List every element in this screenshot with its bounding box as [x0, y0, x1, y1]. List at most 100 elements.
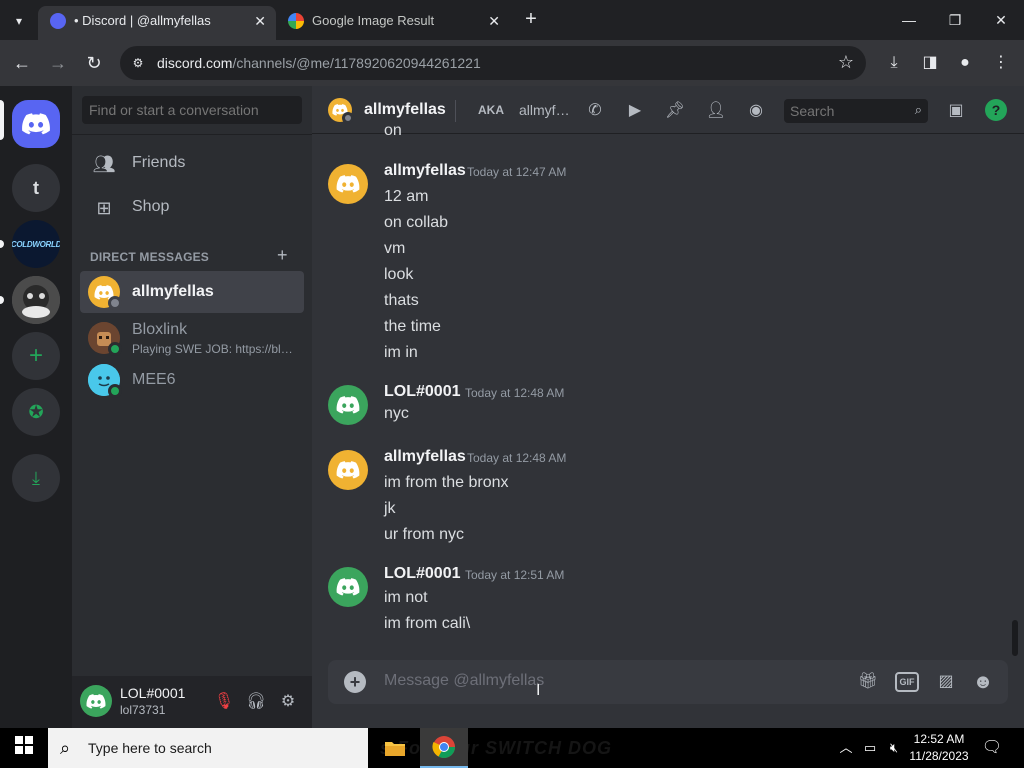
chat-scrollbar[interactable] [1012, 620, 1018, 656]
taskbar-search-input[interactable] [88, 740, 358, 756]
message-author[interactable]: allmyfellas [384, 448, 466, 466]
message-author[interactable]: allmyfellas [384, 162, 466, 180]
tab-discord[interactable]: • Discord | @allmyfellas ✕ [38, 6, 276, 40]
profile-icon[interactable]: ● [953, 51, 977, 75]
message-line: 12 am [384, 188, 429, 205]
dm-item-allmyfellas[interactable]: allmyfellas [80, 271, 304, 313]
url-text[interactable]: discord.com/channels/@me/117892062094426… [157, 55, 481, 71]
attach-plus-icon[interactable]: + [344, 671, 366, 693]
unread-pill [0, 240, 4, 248]
user-panel: LOL#0001 lol73731 🎙︎ 🎧︎ ⚙ [72, 676, 312, 728]
message-author[interactable]: LOL#0001 [384, 383, 460, 401]
gif-button[interactable]: GIF [895, 672, 919, 692]
aka-alias[interactable]: allmyfellas [519, 102, 575, 118]
find-conversation-input[interactable] [82, 96, 302, 124]
side-panel-icon[interactable]: ◨ [918, 51, 942, 75]
close-window-icon[interactable]: ✕ [986, 8, 1016, 32]
aka-label: AKA [478, 103, 504, 117]
message-avatar[interactable] [328, 164, 368, 204]
message-group: LOL#0001 Today at 12:51 AM im not im fro… [328, 565, 1008, 637]
pinned-messages-icon[interactable]: 📌︎ [663, 99, 687, 123]
message-line: im not [384, 589, 428, 606]
message-group: allmyfellas Today at 12:48 AM im from th… [328, 448, 1008, 544]
user-profile-icon[interactable]: ◉ [744, 99, 768, 123]
message-avatar[interactable] [328, 450, 368, 490]
message-timestamp: Today at 12:51 AM [465, 568, 565, 582]
username: LOL#0001 [120, 685, 186, 701]
headphones-icon[interactable]: 🎧︎ [244, 690, 268, 714]
user-avatar[interactable] [80, 685, 112, 717]
server-t[interactable]: t [12, 164, 60, 212]
reload-icon[interactable]: ↻ [81, 50, 107, 76]
windows-taskbar: s For Your SWITCH DOG ⌕ ︿ ▭ 🔇︎ 12:52 AM … [0, 728, 1024, 768]
file-explorer-icon[interactable] [371, 728, 419, 768]
voice-call-icon[interactable]: ✆ [583, 99, 607, 123]
add-friends-to-dm-icon[interactable]: 👤︎ [704, 99, 728, 123]
close-tab-icon[interactable]: ✕ [254, 6, 266, 36]
download-apps-button[interactable]: ⤓ [12, 454, 60, 502]
message-author[interactable]: LOL#0001 [384, 565, 460, 583]
forward-arrow-icon[interactable]: → [45, 50, 71, 76]
user-tag: lol73731 [120, 703, 166, 717]
direct-messages-home-button[interactable] [12, 100, 60, 148]
chat-search[interactable]: ⌕ [784, 99, 928, 123]
message-avatar[interactable] [328, 385, 368, 425]
bookmark-star-icon[interactable]: ☆ [838, 52, 854, 73]
search-input[interactable] [790, 103, 900, 119]
text-cursor-icon: I [536, 682, 541, 699]
discord-logo-icon [22, 113, 50, 135]
dm-item-bloxlink[interactable]: Bloxlink Playing SWE JOB: https://blo... [80, 317, 304, 359]
browser-toolbar: ← → ↻ ⚙ discord.com/channels/@me/1178920… [0, 40, 1024, 86]
windows-start-icon[interactable] [0, 728, 48, 768]
restore-icon[interactable]: ❐ [940, 8, 970, 32]
message-line: im in [384, 344, 418, 361]
chrome-taskbar-icon[interactable] [420, 728, 468, 768]
download-icon[interactable]: ⤓ [882, 51, 906, 75]
site-info-icon[interactable]: ⚙ [130, 55, 146, 71]
plus-icon: + [28, 342, 43, 369]
network-icon[interactable]: ▭ [860, 738, 880, 758]
server-avatar-icon[interactable] [12, 276, 60, 324]
emoji-icon[interactable]: ☻ [971, 670, 995, 694]
message-avatar[interactable] [328, 567, 368, 607]
chat-header: allmyfellas AKA allmyfellas ✆ ▶ 📌︎ 👤︎ ◉ … [312, 86, 1024, 134]
show-hidden-icons-chevron-icon[interactable]: ︿ [836, 738, 856, 758]
message-input[interactable] [384, 672, 824, 690]
video-call-icon[interactable]: ▶ [623, 99, 647, 123]
dm-item-mee6[interactable]: MEE6 [80, 359, 304, 401]
address-bar[interactable]: ⚙ discord.com/channels/@me/1178920620944… [120, 46, 866, 80]
mute-mic-icon[interactable]: 🎙︎ [212, 690, 236, 714]
help-icon[interactable]: ? [985, 99, 1007, 121]
compass-icon: ✪ [28, 401, 44, 422]
shop-nav-item[interactable]: ⊞ Shop [80, 187, 304, 229]
message-line: im from cali\ [384, 615, 471, 632]
create-dm-plus-icon[interactable]: + [277, 245, 288, 266]
google-favicon-icon [288, 13, 304, 29]
chat-title[interactable]: allmyfellas [364, 101, 446, 119]
add-server-button[interactable]: + [12, 332, 60, 380]
notifications-icon[interactable]: 🗨︎ [980, 736, 1004, 760]
tab-search-button[interactable]: ▾ [8, 10, 30, 32]
new-tab-button[interactable]: + [520, 8, 542, 30]
minimize-icon[interactable]: — [894, 8, 924, 32]
tab-google-image[interactable]: Google Image Result ✕ [276, 6, 510, 40]
message-line: jk [384, 500, 396, 517]
server-coldworld[interactable]: COLDWORLD [12, 220, 60, 268]
message-timestamp: Today at 12:48 AM [465, 386, 565, 400]
inbox-icon[interactable]: ▣ [944, 99, 968, 123]
settings-gear-icon[interactable]: ⚙ [276, 690, 300, 714]
explore-servers-button[interactable]: ✪ [12, 388, 60, 436]
message-group: LOL#0001 Today at 12:48 AM nyc [328, 383, 1008, 429]
volume-muted-icon[interactable]: 🔇︎ [884, 738, 904, 758]
gift-icon[interactable]: 🎁︎ [856, 670, 880, 694]
friends-nav-item[interactable]: 👥︎ Friends [80, 143, 304, 185]
sticker-icon[interactable]: ▨ [934, 670, 958, 694]
taskbar-clock[interactable]: 12:52 AM 11/28/2023 [904, 731, 974, 765]
search-icon: ⌕ [60, 738, 71, 758]
close-tab-icon[interactable]: ✕ [488, 6, 500, 36]
browser-menu-icon[interactable]: ⋮ [989, 51, 1013, 75]
message-line: nyc [384, 405, 409, 422]
message-line: im from the bronx [384, 474, 509, 491]
taskbar-search-box[interactable]: ⌕ [48, 728, 368, 768]
back-arrow-icon[interactable]: ← [9, 50, 35, 76]
